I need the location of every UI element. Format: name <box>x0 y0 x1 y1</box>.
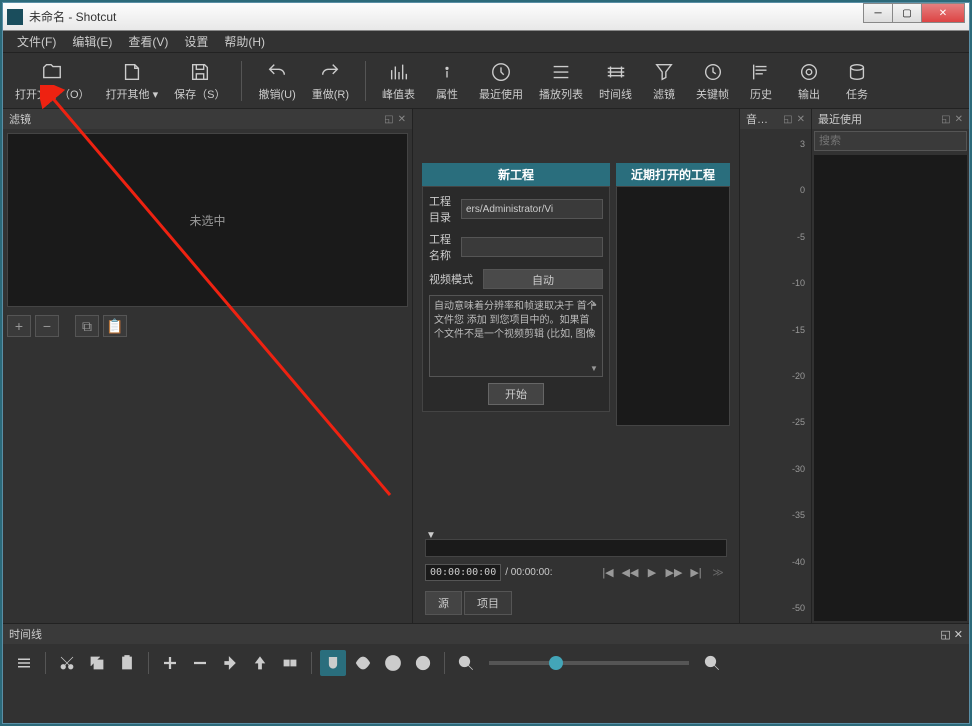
skip-end-button[interactable]: ▶| <box>687 563 705 581</box>
add-filter-button[interactable]: + <box>7 315 31 337</box>
titlebar: 未命名 - Shotcut ─ ▢ ✕ <box>3 3 969 31</box>
recent-button[interactable]: 最近使用 <box>475 58 527 104</box>
undo-button[interactable]: 撤销(U) <box>254 58 299 104</box>
open-other-button[interactable]: 打开其他 ▾ <box>102 58 163 104</box>
center-panel: 新工程 工程目录 工程名称 视频模式 自动 <box>413 109 739 623</box>
audio-title: 音… <box>746 111 768 127</box>
paste-filter-button[interactable]: 📋 <box>103 315 127 337</box>
split-button[interactable] <box>277 650 303 676</box>
recent-open-panel: 近期打开的工程 <box>616 163 730 539</box>
maximize-button[interactable]: ▢ <box>892 3 922 23</box>
export-button[interactable]: 输出 <box>789 58 829 104</box>
next-button[interactable]: ≫ <box>709 563 727 581</box>
history-button[interactable]: 历史 <box>741 58 781 104</box>
filters-panel: 滤镜 ◱ ✕ 未选中 + − ⧉ 📋 <box>3 109 413 623</box>
close-panel-icon[interactable]: ✕ <box>398 114 406 125</box>
player-track[interactable] <box>425 539 727 557</box>
project-dir-label: 工程目录 <box>429 193 457 225</box>
project-help-text: 自动意味着分辨率和帧速取决于 首个 文件您 添加 到您项目中的。如果首个文件不是… <box>429 295 603 377</box>
scroll-down-icon[interactable]: ▼ <box>590 363 600 374</box>
menu-edit[interactable]: 编辑(E) <box>64 33 120 50</box>
recent-open-list[interactable] <box>616 186 730 426</box>
filters-title: 滤镜 <box>9 111 31 127</box>
copy-button[interactable] <box>84 650 110 676</box>
menubar: 文件(F) 编辑(E) 查看(V) 设置 帮助(H) <box>3 31 969 53</box>
scrub-button[interactable] <box>350 650 376 676</box>
zoom-out-button[interactable] <box>453 650 479 676</box>
forward-button[interactable]: ▶▶ <box>665 563 683 581</box>
titlebar-text: 未命名 - Shotcut <box>29 8 965 25</box>
cut-button[interactable] <box>54 650 80 676</box>
play-button[interactable]: ▶ <box>643 563 661 581</box>
redo-button[interactable]: 重做(R) <box>308 58 353 104</box>
project-name-input[interactable] <box>461 237 603 257</box>
filters-button[interactable]: 滤镜 <box>644 58 684 104</box>
filter-preview: 未选中 <box>7 133 408 307</box>
remove-filter-button[interactable]: − <box>35 315 59 337</box>
video-mode-label: 视频模式 <box>429 271 479 287</box>
project-dir-input[interactable] <box>461 199 603 219</box>
audio-panel: 音… ◱ ✕ 3 0 -5 -10 -15 -20 -25 -30 -35 -4… <box>739 109 811 623</box>
copy-filter-button[interactable]: ⧉ <box>75 315 99 337</box>
keyframes-button[interactable]: 关键帧 <box>692 58 733 104</box>
playlist-button[interactable]: 播放列表 <box>535 58 587 104</box>
timeline-button[interactable]: 时间线 <box>595 58 636 104</box>
recent-side-panel: 最近使用 ◱ ✕ <box>811 109 969 623</box>
close-panel-icon[interactable]: ✕ <box>955 114 963 125</box>
menu-view[interactable]: 查看(V) <box>120 33 176 50</box>
timeline-title: 时间线 <box>9 626 42 642</box>
audio-meter: 3 0 -5 -10 -15 -20 -25 -30 -35 -40 -50 <box>740 129 811 623</box>
search-input[interactable] <box>814 131 967 151</box>
dock-icon[interactable]: ◱ <box>384 114 393 125</box>
paste-button[interactable] <box>114 650 140 676</box>
timeline-panel: 时间线 ◱ ✕ <box>3 623 969 723</box>
time-current[interactable]: 00:00:00:00 <box>425 564 501 581</box>
open-file-button[interactable]: 打开文件（O） <box>11 58 94 104</box>
time-total: / 00:00:00: <box>505 567 552 578</box>
close-panel-icon[interactable]: ✕ <box>954 629 963 641</box>
new-project-panel: 新工程 工程目录 工程名称 视频模式 自动 <box>422 163 610 539</box>
toolbar: 打开文件（O） 打开其他 ▾ 保存（S） 撤销(U) 重做(R) 峰值表 属性 … <box>3 53 969 109</box>
close-panel-icon[interactable]: ✕ <box>797 114 805 125</box>
project-name-label: 工程名称 <box>429 231 457 263</box>
recent-side-list[interactable] <box>814 155 967 621</box>
properties-button[interactable]: 属性 <box>427 58 467 104</box>
snap-button[interactable] <box>320 650 346 676</box>
dock-icon[interactable]: ◱ <box>941 114 950 125</box>
minimize-button[interactable]: ─ <box>863 3 893 23</box>
ripple-button[interactable] <box>380 650 406 676</box>
close-button[interactable]: ✕ <box>921 3 965 23</box>
app-icon <box>7 9 23 25</box>
lift-button[interactable] <box>217 650 243 676</box>
dock-icon[interactable]: ◱ <box>940 629 950 641</box>
overwrite-button[interactable] <box>247 650 273 676</box>
tab-project[interactable]: 项目 <box>464 591 512 615</box>
tab-source[interactable]: 源 <box>425 591 462 615</box>
dock-icon[interactable]: ◱ <box>783 114 792 125</box>
peak-meter-button[interactable]: 峰值表 <box>378 58 419 104</box>
recent-side-title: 最近使用 <box>818 111 862 127</box>
menu-help[interactable]: 帮助(H) <box>216 33 273 50</box>
zoom-in-button[interactable] <box>699 650 725 676</box>
start-button[interactable]: 开始 <box>488 383 544 405</box>
remove-button[interactable] <box>187 650 213 676</box>
menu-settings[interactable]: 设置 <box>176 33 216 50</box>
add-button[interactable] <box>157 650 183 676</box>
menu-icon[interactable] <box>11 650 37 676</box>
new-project-header: 新工程 <box>422 163 610 186</box>
video-mode-select[interactable]: 自动 <box>483 269 603 289</box>
rewind-button[interactable]: ◀◀ <box>621 563 639 581</box>
skip-start-button[interactable]: |◀ <box>599 563 617 581</box>
ripple-all-button[interactable] <box>410 650 436 676</box>
save-button[interactable]: 保存（S） <box>170 58 229 104</box>
zoom-slider[interactable] <box>489 661 689 665</box>
scroll-up-icon[interactable]: ▲ <box>590 298 600 309</box>
jobs-button[interactable]: 任务 <box>837 58 877 104</box>
menu-file[interactable]: 文件(F) <box>9 33 64 50</box>
recent-open-header: 近期打开的工程 <box>616 163 730 186</box>
